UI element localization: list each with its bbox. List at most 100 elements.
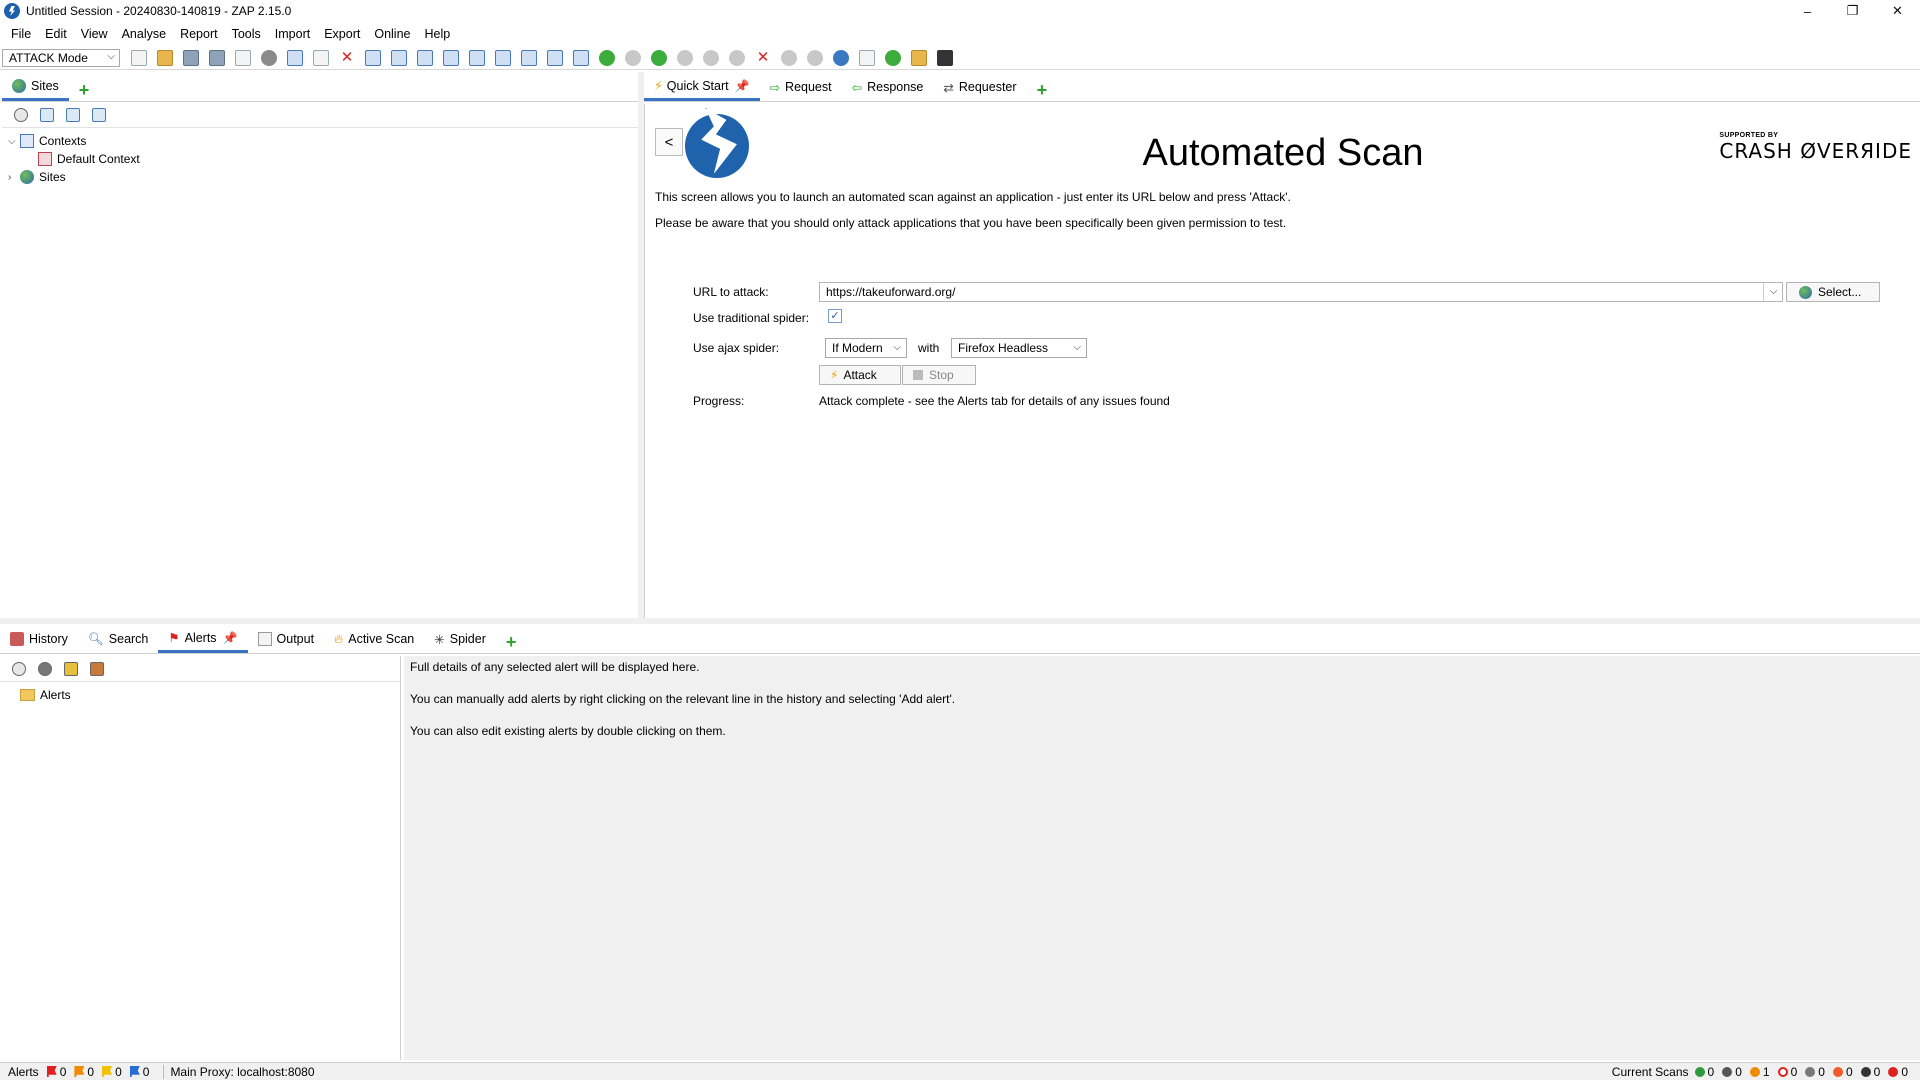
tab-request[interactable]: ⇨ Request xyxy=(760,73,842,101)
scan-count-spider[interactable]: 0 xyxy=(1860,1065,1880,1079)
open-session-icon[interactable] xyxy=(157,49,173,66)
scan-policy-icon[interactable] xyxy=(807,49,823,66)
firefox-icon[interactable] xyxy=(911,49,927,66)
scan-count-fuzzer[interactable]: 0 xyxy=(1805,1065,1825,1079)
tree-default-context[interactable]: Default Context xyxy=(8,150,632,168)
close-button[interactable]: ✕ xyxy=(1875,0,1920,22)
menu-import[interactable]: Import xyxy=(268,24,317,44)
chevron-down-icon[interactable]: ⌵ xyxy=(1763,283,1783,301)
session-properties-icon[interactable] xyxy=(235,49,251,66)
status-alerts[interactable]: Alerts xyxy=(8,1065,39,1079)
layout-table-icon[interactable] xyxy=(547,49,563,66)
add-tab-icon[interactable]: + xyxy=(496,632,527,653)
hud-icon[interactable] xyxy=(937,49,953,66)
script-console-icon[interactable] xyxy=(313,49,329,66)
options-gear-icon[interactable] xyxy=(261,49,277,66)
new-session-icon[interactable] xyxy=(131,49,147,66)
select-button[interactable]: Select... xyxy=(1786,282,1880,302)
menu-report[interactable]: Report xyxy=(173,24,225,44)
stop-button[interactable]: Stop xyxy=(902,365,976,385)
menu-view[interactable]: View xyxy=(74,24,115,44)
broom-icon[interactable] xyxy=(90,661,104,676)
tab-search[interactable]: 🔍︎ Search xyxy=(78,625,158,653)
url-input[interactable]: https://takeuforward.org/ xyxy=(819,282,1783,302)
refresh-icon[interactable] xyxy=(599,49,615,66)
add-tab-icon[interactable]: + xyxy=(1027,80,1058,101)
scan-count-ajax[interactable]: 0 xyxy=(1832,1065,1853,1079)
tab-spider[interactable]: ✳ Spider xyxy=(424,625,496,653)
tab-quick-start[interactable]: ⚡ Quick Start 📌 xyxy=(644,73,760,101)
attack-button[interactable]: ⚡ Attack xyxy=(819,365,901,385)
tab-response[interactable]: ⇦ Response xyxy=(842,73,934,101)
scope-icon[interactable] xyxy=(573,49,589,66)
ajax-spider-select[interactable]: If Modern ⌵ xyxy=(825,338,907,358)
save-session-icon[interactable] xyxy=(183,49,199,66)
export-context-icon[interactable] xyxy=(92,107,106,122)
edit-pencil-icon[interactable] xyxy=(64,661,78,676)
status-high-alerts[interactable]: 0 xyxy=(46,1065,66,1079)
export-icon[interactable] xyxy=(287,49,303,66)
help-icon[interactable] xyxy=(833,49,849,66)
minimize-button[interactable]: – xyxy=(1785,0,1830,22)
layout-tabs-icon[interactable] xyxy=(443,49,459,66)
show-tabs-icon[interactable] xyxy=(365,49,381,66)
menu-help[interactable]: Help xyxy=(418,24,458,44)
tab-requester[interactable]: ⇄ Requester xyxy=(933,73,1026,101)
chrome-icon[interactable] xyxy=(885,49,901,66)
menu-export[interactable]: Export xyxy=(317,24,367,44)
tab-output[interactable]: Output xyxy=(248,625,325,653)
add-tab-icon[interactable]: + xyxy=(69,80,100,101)
scan-count-bruteforce[interactable]: 0 xyxy=(1888,1065,1908,1079)
filter-icon[interactable] xyxy=(38,661,52,676)
layout-bottom-icon[interactable] xyxy=(521,49,537,66)
delete-icon[interactable]: ✕ xyxy=(339,49,355,66)
notes-icon[interactable] xyxy=(859,49,875,66)
pin-icon[interactable]: 📌 xyxy=(735,79,750,93)
mode-select[interactable]: ATTACK Mode ⌵ xyxy=(2,48,120,67)
tab-sites[interactable]: Sites xyxy=(2,73,69,101)
layout-split-icon[interactable] xyxy=(495,49,511,66)
tree-alerts-root[interactable]: Alerts xyxy=(6,686,394,704)
menu-tools[interactable]: Tools xyxy=(225,24,268,44)
globe-icon xyxy=(12,78,26,93)
drop-icon[interactable] xyxy=(729,49,745,66)
status-low-alerts[interactable]: 0 xyxy=(102,1065,122,1079)
lightbulb-icon[interactable] xyxy=(625,49,641,66)
break-on-all-icon[interactable] xyxy=(651,49,667,66)
layout-left-icon[interactable] xyxy=(391,49,407,66)
traditional-spider-checkbox[interactable]: ✓ xyxy=(828,309,842,323)
restore-button[interactable]: ❐ xyxy=(1830,0,1875,22)
scan-count-forced[interactable]: 0 xyxy=(1777,1065,1797,1079)
menu-analyse[interactable]: Analyse xyxy=(115,24,173,44)
scan-count-proxy[interactable]: 0 xyxy=(1694,1065,1714,1079)
chevron-down-icon[interactable]: ⌵ xyxy=(8,136,20,147)
import-context-icon[interactable] xyxy=(66,107,80,122)
new-context-icon[interactable] xyxy=(40,107,54,122)
target-icon[interactable] xyxy=(14,107,28,122)
browser-select[interactable]: Firefox Headless ⌵ xyxy=(951,338,1087,358)
chevron-right-icon[interactable]: › xyxy=(8,172,20,183)
menu-online[interactable]: Online xyxy=(367,24,417,44)
tab-history[interactable]: History xyxy=(0,625,78,653)
status-medium-alerts[interactable]: 0 xyxy=(74,1065,94,1079)
tree-contexts[interactable]: ⌵ Contexts xyxy=(8,132,632,150)
continue-icon[interactable] xyxy=(703,49,719,66)
scan-count-active[interactable]: 1 xyxy=(1749,1065,1770,1079)
menu-edit[interactable]: Edit xyxy=(38,24,74,44)
step-icon[interactable] xyxy=(677,49,693,66)
tab-alerts[interactable]: ⚑ Alerts 📌 xyxy=(158,625,248,653)
scan-count-passive[interactable]: 0 xyxy=(1722,1065,1742,1079)
contexts-icon xyxy=(20,134,34,148)
layout-side-icon[interactable] xyxy=(469,49,485,66)
cancel-icon[interactable]: ✕ xyxy=(755,49,771,66)
target-icon[interactable] xyxy=(12,661,26,676)
tab-active-scan[interactable]: 🔥︎ Active Scan xyxy=(324,625,424,653)
snapshot-session-icon[interactable] xyxy=(209,49,225,66)
status-info-alerts[interactable]: 0 xyxy=(129,1065,149,1079)
pin-icon[interactable]: 📌 xyxy=(223,631,238,645)
tree-sites[interactable]: › Sites xyxy=(8,168,632,186)
layout-full-icon[interactable] xyxy=(417,49,433,66)
filter-icon[interactable] xyxy=(781,49,797,66)
current-scans-label: Current Scans xyxy=(1611,1065,1689,1079)
menu-file[interactable]: File xyxy=(4,24,38,44)
